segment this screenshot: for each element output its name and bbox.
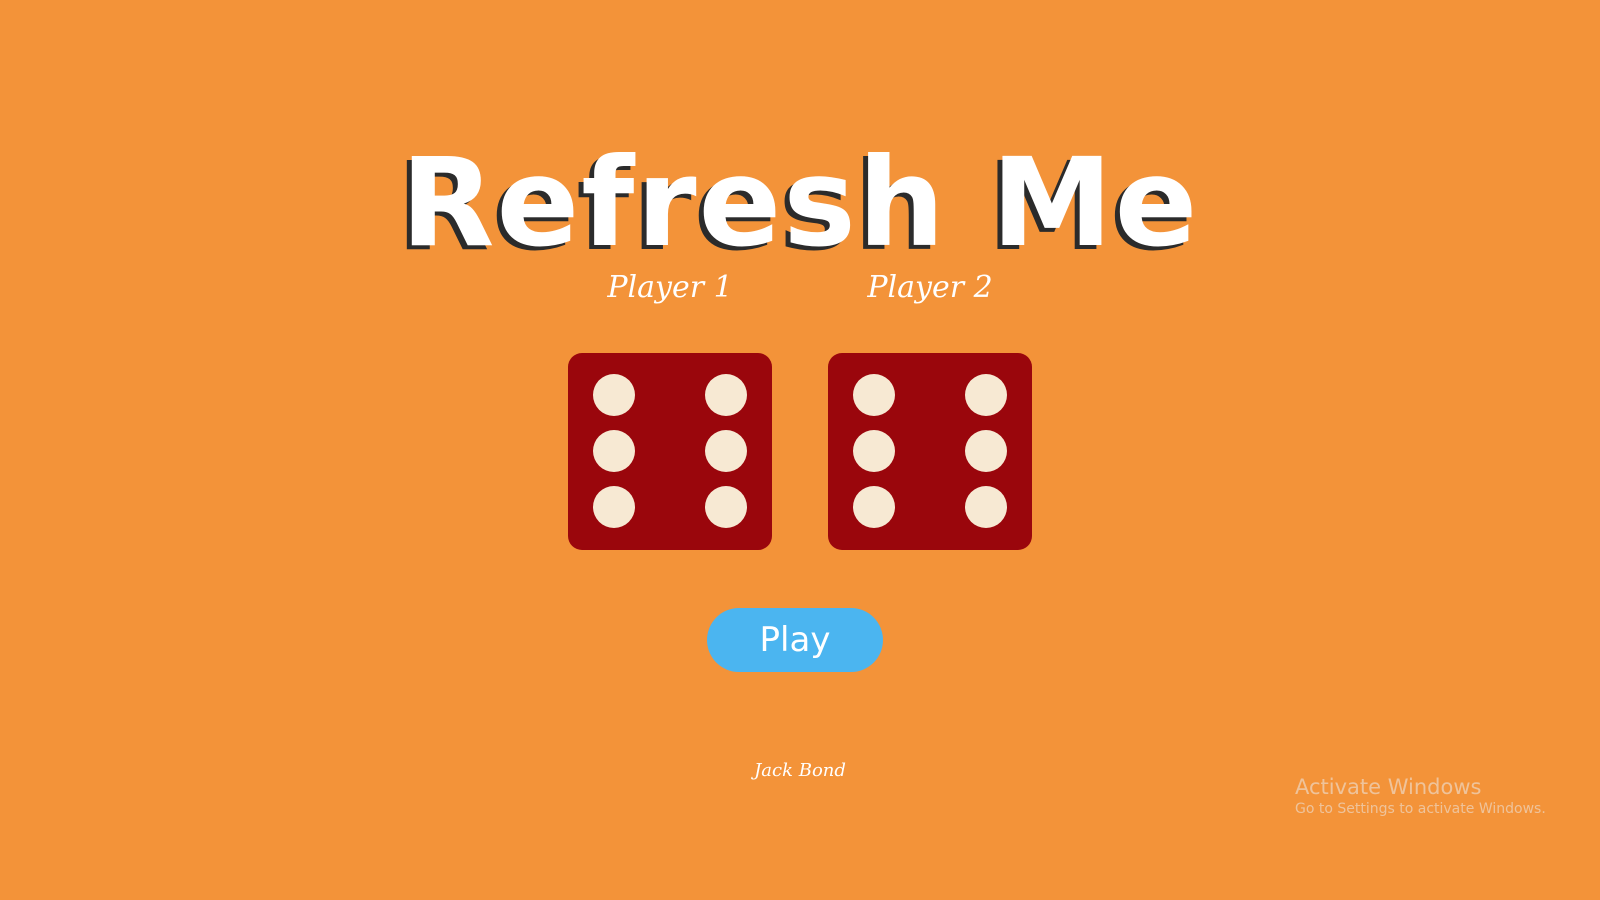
player-1-label: Player 1	[607, 270, 733, 305]
die-pip	[965, 430, 1007, 472]
player-2-label: Player 2	[867, 270, 993, 305]
die-pip	[593, 374, 635, 416]
die-pip	[853, 374, 895, 416]
die-pip	[593, 430, 635, 472]
die-pip	[593, 486, 635, 528]
author-credit: Jack Bond	[754, 760, 846, 781]
watermark-subtitle: Go to Settings to activate Windows.	[1295, 801, 1546, 818]
windows-activation-watermark: Activate Windows Go to Settings to activ…	[1295, 775, 1546, 818]
die-pip	[705, 430, 747, 472]
die-pip	[853, 486, 895, 528]
page-title: Refresh Me	[400, 131, 1200, 274]
player-1-die	[568, 353, 772, 550]
die-pip	[705, 374, 747, 416]
watermark-title: Activate Windows	[1295, 775, 1482, 799]
die-pip	[853, 430, 895, 472]
die-pip	[965, 374, 1007, 416]
die-pip	[705, 486, 747, 528]
play-button[interactable]: Play	[707, 608, 883, 672]
player-2-die	[828, 353, 1032, 550]
die-pip	[965, 486, 1007, 528]
